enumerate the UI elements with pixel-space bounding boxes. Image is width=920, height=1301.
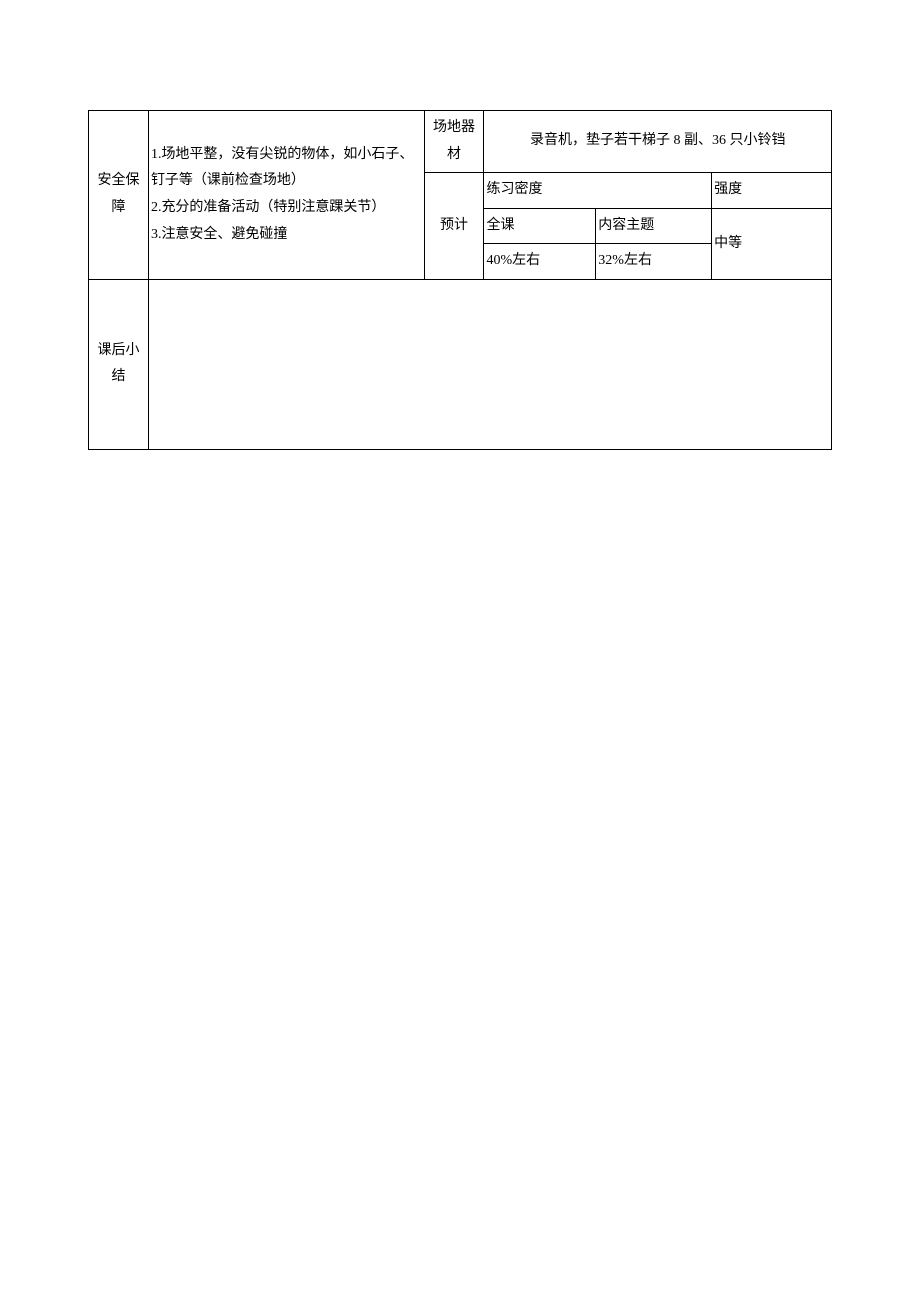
- safety-items-cell: 1.场地平整，没有尖锐的物体，如小石子、钉子等（课前检查场地） 2.充分的准备活…: [148, 111, 424, 280]
- whole-class-value: 40%左右: [484, 244, 595, 279]
- lesson-plan-table: 安全保障 1.场地平整，没有尖锐的物体，如小石子、钉子等（课前检查场地） 2.充…: [88, 110, 832, 450]
- safety-item-2: 2.充分的准备活动（特别注意踝关节）: [151, 195, 422, 222]
- intensity-value: 中等: [712, 208, 832, 279]
- safety-label: 安全保障: [89, 111, 149, 280]
- venue-equipment-label: 场地器材: [424, 111, 484, 173]
- practice-density-subcell-1: 全课 40%左右: [484, 208, 596, 279]
- venue-equipment-value: 录音机，垫子若干梯子 8 副、36 只小铃铛: [484, 111, 832, 173]
- practice-density-label: 练习密度: [484, 173, 712, 209]
- intensity-label: 强度: [712, 173, 832, 209]
- estimate-label: 预计: [424, 173, 484, 280]
- practice-density-subcell-2: 内容主题 32%左右: [596, 208, 712, 279]
- content-topic-value: 32%左右: [596, 244, 711, 279]
- safety-item-3: 3.注意安全、避免碰撞: [151, 222, 422, 249]
- post-class-summary-content: [148, 279, 831, 449]
- whole-class-label: 全课: [484, 209, 595, 244]
- post-class-summary-label: 课后小结: [89, 279, 149, 449]
- safety-item-1: 1.场地平整，没有尖锐的物体，如小石子、钉子等（课前检查场地）: [151, 142, 422, 195]
- content-topic-label: 内容主题: [596, 209, 711, 244]
